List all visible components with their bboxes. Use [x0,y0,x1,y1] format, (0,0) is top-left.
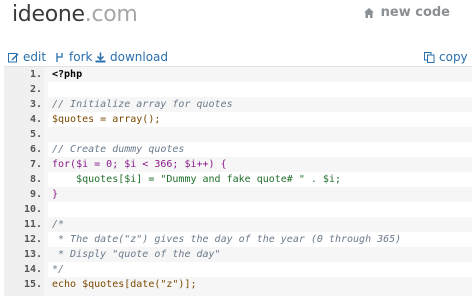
code-row: 12. * The date("z") gives the day of the… [4,232,472,247]
download-button[interactable]: download [95,50,168,64]
header: ideone.com new code [0,0,474,36]
code-line: */ [48,262,472,277]
code-line [48,202,472,217]
line-number: 12. [23,234,42,245]
code-line: // Create dummy quotes [48,142,472,157]
code-line: <?php [52,69,83,80]
code-row: 13. * Disply "quote of the day" [4,247,472,262]
code-line: echo $quotes[date("z")]; [52,279,197,290]
code-row: 5. [4,127,472,142]
line-number: 14. [23,264,42,275]
line-number: 2. [29,84,42,95]
copy-button[interactable]: copy [424,50,468,64]
line-number: 13. [23,249,42,260]
logo-name: ideone [12,2,85,27]
line-number: 7. [29,159,42,170]
code-row: 2. [4,82,472,97]
code-line [48,82,472,97]
download-icon [95,52,106,62]
code-row: 4. $quotes = array(); [4,112,472,127]
code-row: 9. } [4,187,472,202]
download-label: download [110,50,169,64]
line-number: 1. [29,69,42,80]
code-row: 8. $quotes[$i] = "Dummy and fake quote# … [4,172,472,187]
code-line: $quotes[$i] = "Dummy and fake quote# " .… [48,172,472,187]
code-row: 11. /* [4,217,472,232]
code-line: // Initialize array for quotes [52,99,233,110]
fork-icon [56,52,63,62]
line-number: 3. [29,99,42,110]
line-number: 10. [23,204,42,215]
copy-icon [424,51,435,63]
code-row: 7. for($i = 0; $i < 366; $i++) { [4,157,472,172]
code-line: $quotes = array(); [48,112,472,127]
code-line: * Disply "quote of the day" [52,249,221,260]
code-row: 10. [4,202,472,217]
code-line: /* [52,219,65,230]
pencil-icon [8,52,19,62]
line-number: 9. [29,189,42,200]
code-row: 3. // Initialize array for quotes [4,97,472,112]
line-number: 4. [29,114,42,125]
line-number: 5. [29,129,42,140]
code-row: 1. <?php [4,67,472,82]
code-view[interactable]: 1. <?php 2. 3. // Initialize array for q… [4,66,472,296]
ideone-page: ideone.com new code edit fork download c… [0,0,474,296]
code-row: 15. echo $quotes[date("z")]; [4,277,472,292]
fork-button[interactable]: fork [54,50,92,64]
edit-button[interactable]: edit [8,50,46,64]
home-icon [363,7,374,18]
new-code-button[interactable]: new code [363,5,450,20]
code-row: 14. */ [4,262,472,277]
line-number: 11. [23,219,42,230]
code-line: * The date("z") gives the day of the yea… [48,232,472,247]
code-line: } [52,189,59,200]
code-row: 6. // Create dummy quotes [4,142,472,157]
fork-label: fork [69,50,93,64]
line-number: 6. [29,144,42,155]
edit-label: edit [23,50,47,64]
logo[interactable]: ideone.com [12,2,138,27]
toolbar: edit fork download copy [0,48,474,68]
new-code-label: new code [380,5,450,20]
line-number: 8. [29,174,42,185]
line-number: 15. [23,279,42,290]
logo-tld: .com [84,2,138,27]
code-line: for($i = 0; $i < 366; $i++) { [52,159,227,170]
copy-label: copy [439,50,468,64]
